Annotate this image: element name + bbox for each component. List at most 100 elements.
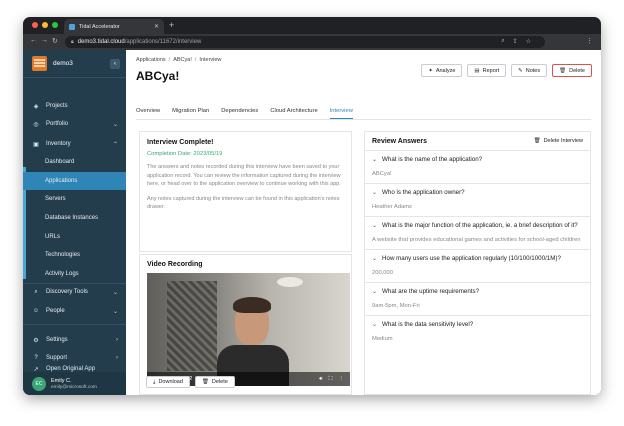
breadcrumb-current: Interview [199,57,222,63]
browser-tab[interactable]: Tidal Accelerator ✕ [64,19,164,34]
minimize-window-button[interactable] [42,22,48,28]
fullscreen-icon[interactable]: ⛶ [329,376,333,383]
maximize-window-button[interactable] [52,22,58,28]
sidebar-item-urls[interactable]: URLs [23,227,126,246]
close-window-button[interactable] [32,22,38,28]
sidebar-item-activity-logs[interactable]: Activity Logs [23,265,126,284]
url-text: demo3.tidal.cloud/applications/11672/int… [77,39,202,45]
share-icon[interactable]: ⇪ [513,38,518,45]
tab-overview[interactable]: Overview [136,108,160,119]
answer-item[interactable]: ⌄ What are the uptime requirements? 9am-5… [365,282,590,315]
sidebar-item-projects[interactable]: ◈ Projects [23,97,126,115]
breadcrumb-link[interactable]: Applications [136,57,166,63]
browser-toolbar: ← → ↻ 🔒︎ demo3.tidal.cloud/applications/… [23,34,601,50]
document-icon: ▤ [474,67,480,74]
video-frame-person-hair [233,297,271,313]
sidebar-item-label: Settings [46,337,68,343]
question-text: Who is the application owner? [382,189,465,196]
review-answers-card: Review Answers 🗑︎ Delete Interview ⌄ What… [364,131,591,395]
window-controls [32,22,58,28]
delete-button[interactable]: 🗑︎ Delete [552,64,592,77]
sidebar-item-portfolio[interactable]: ◎ Portfolio ⌄ [23,115,126,133]
sidebar: demo3 ‹ ◈ Projects ◎ Portfolio ⌄ ▣ Inven… [23,50,126,395]
page-title: ABCya! [136,69,180,83]
sidebar-item-servers[interactable]: Servers [23,190,126,209]
address-bar[interactable]: 🔒︎ demo3.tidal.cloud/applications/11672/… [65,36,545,48]
wand-icon: ✦ [428,67,433,74]
video-recording-title: Video Recording [147,261,203,268]
delete-interview-button[interactable]: 🗑︎ Delete Interview [534,138,583,144]
people-icon: ☺ [32,308,40,314]
back-icon[interactable]: ← [30,37,37,44]
answer-item[interactable]: ⌄ What is the data sensitivity level? Med… [365,315,590,348]
projects-icon: ◈ [33,103,39,110]
answer-text: Medium [372,336,393,342]
trash-icon: 🗑︎ [201,379,209,385]
sidebar-item-technologies[interactable]: Technologies [23,246,126,265]
breadcrumb-separator: / [168,57,171,63]
download-button[interactable]: ⤓ Download [146,376,190,388]
close-tab-icon[interactable]: ✕ [154,23,159,30]
chevron-up-icon: ⌃ [112,141,118,148]
video-action-buttons: ⤓ Download 🗑︎ Delete [146,376,235,388]
answer-item[interactable]: ⌄ How many users use the application regu… [365,249,590,282]
sidebar-item-label: Discovery Tools [46,289,88,295]
tab-interview[interactable]: Interview [329,108,353,119]
breadcrumb: Applications / ABCya! / Interview [136,57,221,63]
chevron-down-icon: ⌄ [112,308,118,315]
analyze-button[interactable]: ✦ Analyze [421,64,463,77]
video-frame-lamp [277,277,303,287]
browser-menu-icon[interactable]: ⋮ [586,37,593,45]
chevron-down-icon: ⌄ [112,289,118,296]
chevron-right-icon: › [116,337,118,343]
inventory-icon: ▣ [33,141,39,148]
org-logo [32,56,47,71]
answer-item[interactable]: ⌄ What is the major function of the appli… [365,216,590,249]
forward-icon[interactable]: → [41,37,48,44]
tab-migration-plan[interactable]: Migration Plan [172,108,209,119]
sidebar-item-applications[interactable]: Applications [23,171,126,191]
tab-cloud-architecture[interactable]: Cloud Architecture [270,108,317,119]
reload-icon[interactable]: ↻ [52,37,58,45]
breadcrumb-separator: / [194,57,197,63]
chevron-down-icon: ⌄ [372,322,378,328]
sidebar-item-dashboard[interactable]: Dashboard [23,153,126,172]
sidebar-item-settings[interactable]: ⚙ Settings › [23,331,126,349]
notes-icon: ✎ [518,67,523,74]
main-content: Applications / ABCya! / Interview ABCya!… [126,50,601,395]
collapse-sidebar-button[interactable]: ‹ [110,58,120,69]
notes-button[interactable]: ✎ Notes [511,64,548,77]
new-tab-icon[interactable]: + [169,20,174,30]
browser-tab-title: Tidal Accelerator [79,23,120,30]
delete-video-button[interactable]: 🗑︎ Delete [194,376,235,388]
report-button[interactable]: ▤ Report [467,64,507,77]
interview-complete-card: Interview Complete! Completion Date: 202… [139,131,352,252]
zoom-icon[interactable]: ⌕ [501,38,504,45]
user-info: Emily C. emily@microsoft.com [51,378,97,390]
sidebar-item-people[interactable]: ☺ People ⌄ [23,302,126,320]
breadcrumb-link[interactable]: ABCya! [173,57,192,63]
answer-item[interactable]: ⌄ Who is the application owner? Heather A… [365,183,590,216]
help-icon: ? [34,355,38,361]
search-icon: ⌕ [34,288,38,295]
answer-text: A website that provides educational game… [372,237,581,243]
user-profile[interactable]: EC Emily C. emily@microsoft.com [23,372,126,395]
trash-icon: 🗑︎ [559,67,567,74]
screenshot-stage: Tidal Accelerator ✕ + ← → ↻ 🔒︎ demo3.tid… [0,0,624,426]
chevron-right-icon: › [116,355,118,361]
sidebar-item-label: Inventory [46,141,71,147]
sidebar-item-discovery-tools[interactable]: ⌕ Discovery Tools ⌄ [23,283,126,301]
sidebar-item-label: Projects [46,103,68,109]
video-menu-icon[interactable]: ⋮ [339,376,345,382]
sidebar-item-inventory[interactable]: ▣ Inventory ⌃ [23,135,126,153]
tab-dependencies[interactable]: Dependencies [221,108,258,119]
volume-icon[interactable]: 🔊︎ [319,376,322,383]
bookmark-star-icon[interactable]: ☆ [526,38,531,45]
question-text: What are the uptime requirements? [382,288,480,295]
answer-item[interactable]: ⌄ What is the name of the application? AB… [365,150,590,183]
video-player[interactable]: ▶ 0:01 / 37:02 🔊︎ ⛶ ⋮ [147,273,350,386]
browser-tabbar: Tidal Accelerator ✕ + [23,17,601,34]
tabs-divider [136,119,591,120]
sidebar-item-database-instances[interactable]: Database Instances [23,209,126,228]
chevron-down-icon: ⌄ [372,157,378,163]
